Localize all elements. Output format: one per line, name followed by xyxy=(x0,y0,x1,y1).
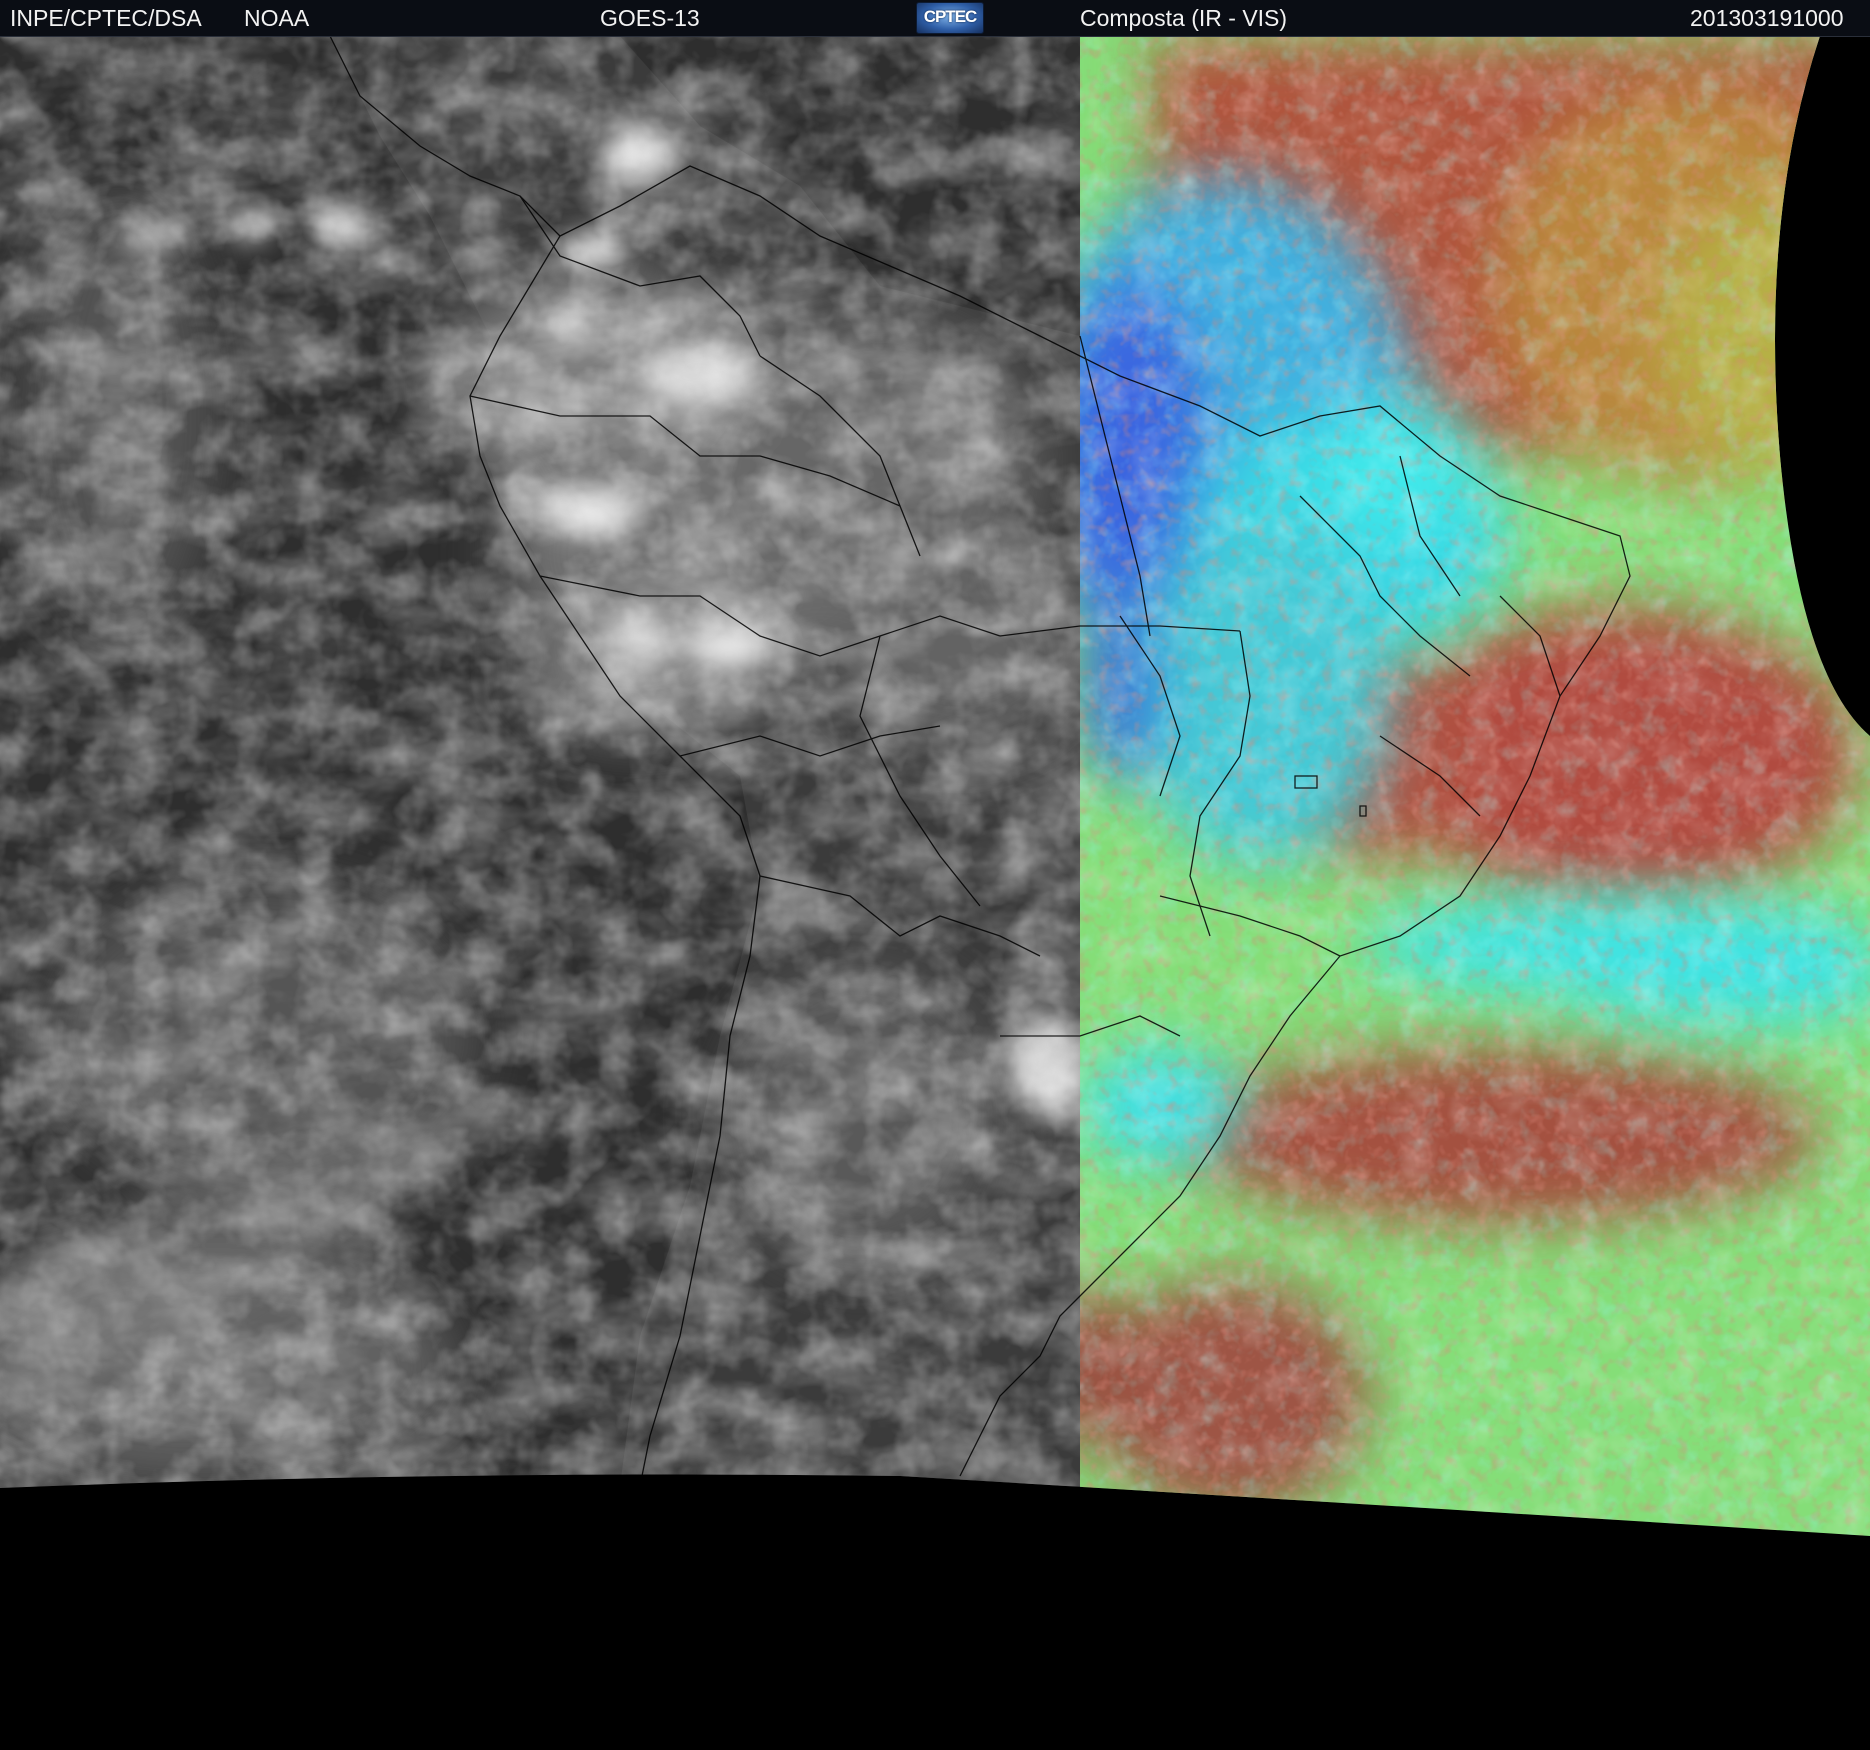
timestamp-label: 201303191000 xyxy=(1690,5,1844,31)
satellite-label: GOES-13 xyxy=(600,5,700,31)
header-bar: INPE/CPTEC/DSA NOAA GOES-13 CPTEC Compos… xyxy=(0,0,1870,37)
logo-lettering: CPTEC xyxy=(923,7,978,26)
source-label: INPE/CPTEC/DSA xyxy=(10,5,202,31)
composite-panel xyxy=(1080,36,1870,1536)
product-label: Composta (IR - VIS) xyxy=(1080,5,1288,31)
satellite-map xyxy=(0,36,1870,1536)
ir-panel xyxy=(0,36,1080,1536)
agency-label: NOAA xyxy=(244,5,310,31)
cptec-logo: CPTEC xyxy=(916,2,984,34)
satellite-image-page: INPE/CPTEC/DSA NOAA GOES-13 CPTEC Compos… xyxy=(0,0,1870,1750)
